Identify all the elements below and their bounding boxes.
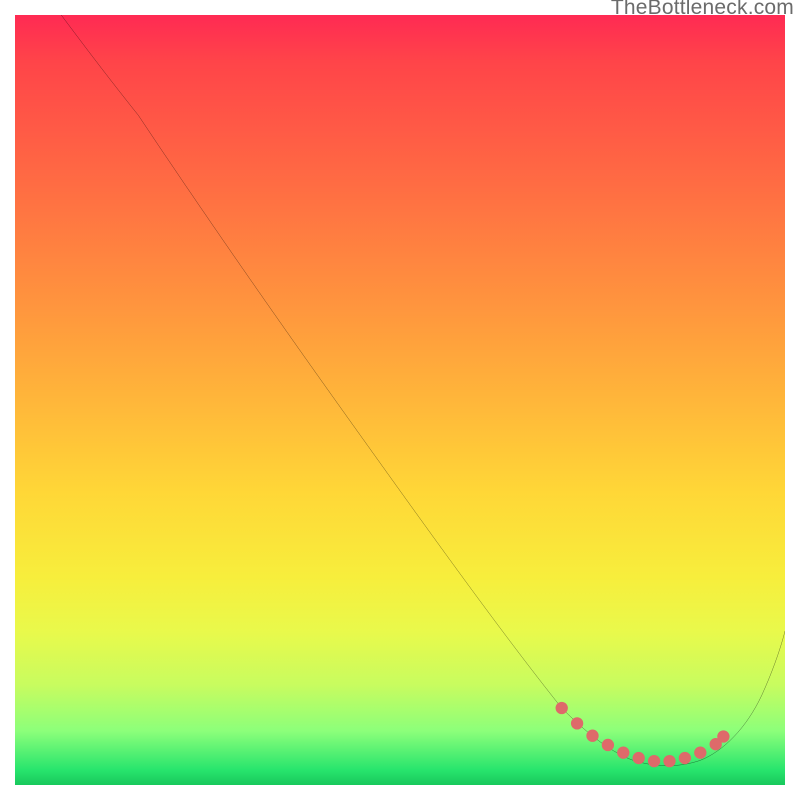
bottleneck-curve [61, 15, 785, 766]
chart-svg [15, 15, 785, 785]
optimal-zone-markers [556, 702, 729, 767]
watermark-text: TheBottleneck.com [611, 0, 794, 20]
chart-curve-group [61, 15, 785, 766]
chart-stage: TheBottleneck.com [0, 0, 800, 800]
